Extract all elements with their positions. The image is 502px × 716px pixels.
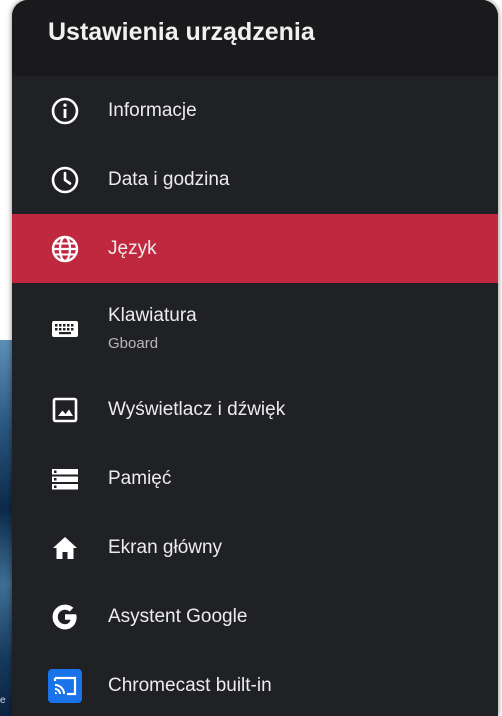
menu-item-label: Wyświetlacz i dźwięk	[108, 398, 286, 420]
menu-item-label: Asystent Google	[108, 605, 248, 627]
menu-item-label: Informacje	[108, 99, 197, 121]
menu-item-chromecast-built-in[interactable]: Chromecast built-in	[12, 651, 498, 716]
panel-header: Ustawienia urządzenia	[12, 0, 498, 76]
panel-title: Ustawienia urządzenia	[48, 17, 315, 46]
clock-icon	[48, 163, 82, 197]
settings-menu: Informacje Data i godzina Język Klawiatu…	[12, 76, 498, 716]
background-image: e	[0, 340, 12, 716]
menu-item-label: Ekran główny	[108, 536, 223, 558]
menu-item-label: Data i godzina	[108, 168, 230, 190]
menu-item-label: Język	[108, 237, 157, 259]
globe-icon	[48, 232, 82, 266]
image-icon	[48, 393, 82, 427]
storage-icon	[48, 462, 82, 496]
home-icon	[48, 531, 82, 565]
menu-item-sublabel: Gboard	[108, 335, 159, 352]
menu-item-label: Klawiatura	[108, 305, 197, 326]
google-icon	[48, 600, 82, 634]
menu-item-asystent-google[interactable]: Asystent Google	[12, 582, 498, 651]
menu-item-jezyk[interactable]: Język	[12, 214, 498, 283]
menu-item-label: Chromecast built-in	[108, 674, 272, 696]
menu-item-label: Pamięć	[108, 467, 172, 489]
menu-item-data-i-godzina[interactable]: Data i godzina	[12, 145, 498, 214]
menu-item-klawiatura[interactable]: Klawiatura Gboard	[12, 283, 498, 375]
cast-icon	[48, 668, 82, 703]
menu-item-ekran-glowny[interactable]: Ekran główny	[12, 513, 498, 582]
keyboard-icon	[48, 312, 82, 346]
info-icon	[48, 94, 82, 128]
menu-item-informacje[interactable]: Informacje	[12, 76, 498, 145]
menu-item-wyswietlacz-i-dzwiek[interactable]: Wyświetlacz i dźwięk	[12, 375, 498, 444]
menu-item-pamiec[interactable]: Pamięć	[12, 444, 498, 513]
device-settings-panel: Ustawienia urządzenia Informacje Data i …	[12, 0, 498, 716]
background-text-snippet: e	[0, 695, 6, 706]
